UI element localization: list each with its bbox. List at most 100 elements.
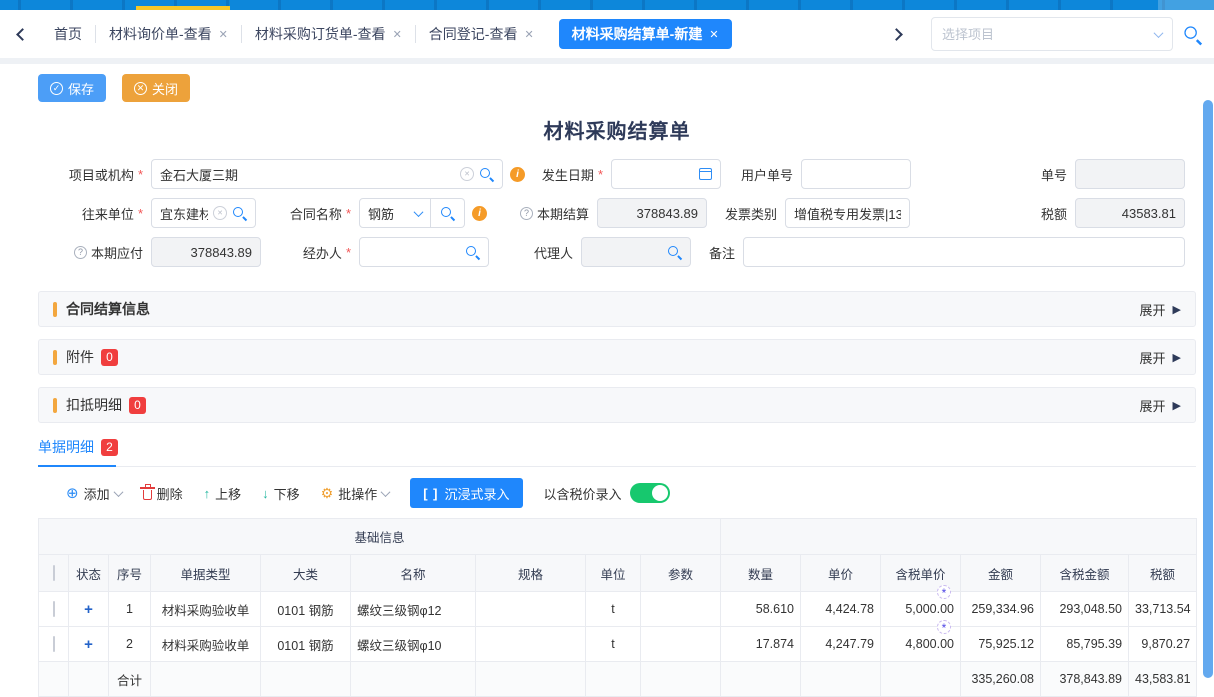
x-circle-icon: ✕ [134,82,147,95]
table-row: + 2 材料采购验收单 0101 钢筋 螺纹三级钢φ10 t 17.874 4,… [39,627,1197,662]
tabs-scroll-left-icon[interactable] [16,28,29,41]
fullscreen-brackets-icon [423,486,438,501]
immersive-entry-button[interactable]: 沉浸式录入 [410,478,522,508]
trash-icon [143,490,152,500]
tab-material-inquiry[interactable]: 材料询价单-查看 ✕ [96,19,241,49]
tax-value: 43583.81 [1084,206,1176,221]
invoice-type-field[interactable]: 增值税专用发票|13 [785,198,910,228]
row-checkbox[interactable] [53,636,55,652]
tab-label: 材料采购订货单-查看 [255,24,386,44]
chevron-down-icon[interactable] [414,207,424,217]
expand-arrow-icon: ▶ [1173,303,1181,316]
tab-purchase-order[interactable]: 材料采购订货单-查看 ✕ [242,19,415,49]
tab-label: 首页 [54,24,82,44]
table-total-row: 合计 335,260.08 378,843.89 43,583.81 [39,662,1197,697]
chevron-down-icon[interactable] [1154,28,1164,38]
calendar-icon[interactable] [699,168,712,180]
form-row-3: ? 本期应付 378843.89 经办人* 代理人 备注 [38,237,1185,267]
cell-price-tax[interactable]: 4,800.00 * [881,627,961,662]
expand-toggle[interactable]: 展开 ▶ [1140,348,1181,367]
global-search-icon[interactable] [1183,25,1202,44]
section-attachments: 附件 0 展开 ▶ [38,339,1196,375]
delete-row-button[interactable]: 删除 [143,484,183,503]
project-field[interactable]: 金石大厦三期 [151,159,503,189]
remarks-label: 备注 [691,243,743,262]
cell-spec [476,627,586,662]
batch-operation-button[interactable]: ⚙ 批操作 [321,484,390,503]
cell-tax: 33,713.54 [1129,592,1197,627]
tab-close-icon[interactable]: ✕ [524,28,533,41]
row-expand-plus-icon[interactable]: + [69,627,109,662]
add-row-button[interactable]: ⊕ 添加 [66,484,122,503]
row-expand-plus-icon[interactable]: + [69,592,109,627]
tab-close-icon[interactable]: ✕ [709,28,718,41]
tax-price-toggle[interactable] [630,483,670,503]
expand-arrow-icon: ▶ [1173,399,1181,412]
group-header-row: 基础信息 [39,519,1197,555]
save-button[interactable]: ✓ 保存 [38,74,106,102]
remarks-field[interactable] [743,237,1185,267]
tabs-scroll-right-icon[interactable] [890,28,903,41]
cell-params [641,592,721,627]
info-icon: i [510,167,525,182]
user-no-field[interactable] [801,159,911,189]
search-icon[interactable] [479,167,494,182]
search-icon[interactable] [232,206,247,221]
cell-qty: 58.610 [721,592,801,627]
arrow-up-icon: ↑ [204,486,211,501]
date-label: 发生日期* [525,165,611,184]
cell-no: 1 [109,592,151,627]
select-all-checkbox[interactable] [53,565,55,581]
agent-field[interactable] [581,237,691,267]
user-no-label: 用户单号 [721,165,801,184]
chevron-down-icon [113,487,123,497]
search-icon[interactable] [667,245,682,260]
clear-icon[interactable] [460,167,474,181]
cell-amount-tax: 293,048.50 [1041,592,1129,627]
agent-label: 代理人 [489,243,581,262]
partner-field[interactable]: 宜东建材 [151,198,256,228]
tab-close-icon[interactable]: ✕ [219,28,228,41]
detail-count-badge: 2 [101,439,118,456]
vertical-scrollbar[interactable] [1203,100,1213,678]
row-checkbox[interactable] [53,601,55,617]
col-amount: 金额 [961,555,1041,592]
search-icon[interactable] [465,245,480,260]
section-contract-settlement-info: 合同结算信息 展开 ▶ [38,291,1196,327]
cell-no: 2 [109,627,151,662]
project-select-input[interactable] [942,27,1149,42]
section-title: 附件 [66,347,94,367]
date-field[interactable] [611,159,721,189]
detail-table-toolbar: ⊕ 添加 删除 ↑ 上移 ↓ 下移 ⚙ 批操作 沉浸式录入 以含税价录入 [38,478,1196,508]
cell-price: 4,247.79 [801,627,881,662]
cell-amount: 259,334.96 [961,592,1041,627]
contract-select[interactable]: 钢筋 [359,198,431,228]
tab-contract-registration[interactable]: 合同登记-查看 ✕ [416,19,547,49]
project-select[interactable] [931,17,1173,51]
move-up-button[interactable]: ↑ 上移 [204,484,242,503]
move-down-button[interactable]: ↓ 下移 [262,484,300,503]
expand-toggle[interactable]: 展开 ▶ [1140,300,1181,319]
close-button[interactable]: ✕ 关闭 [122,74,190,102]
invoice-type-label: 发票类别 [707,204,785,223]
expand-toggle[interactable]: 展开 ▶ [1140,396,1181,415]
cell-qty: 17.874 [721,627,801,662]
tab-close-icon[interactable]: ✕ [393,28,402,41]
row-select-cell [39,592,69,627]
col-no: 序号 [109,555,151,592]
tab-document-detail[interactable]: 单据明细 [38,437,94,457]
col-doc-type: 单据类型 [151,555,261,592]
clear-icon[interactable] [213,206,227,220]
tab-settlement-new-active[interactable]: 材料采购结算单-新建 ✕ [559,19,732,49]
current-settlement-label: ? 本期结算 [487,204,597,223]
close-button-label: 关闭 [152,79,178,98]
cell-amount-tax: 85,795.39 [1041,627,1129,662]
contract-value: 钢筋 [368,204,410,223]
total-amount: 335,260.08 [961,662,1041,697]
cell-unit: t [586,627,641,662]
action-button-row: ✓ 保存 ✕ 关闭 [38,74,1196,102]
project-label: 项目或机构* [38,165,151,184]
contract-search-button[interactable] [431,198,465,228]
tab-home[interactable]: 首页 [41,19,95,49]
handler-field[interactable] [359,237,489,267]
